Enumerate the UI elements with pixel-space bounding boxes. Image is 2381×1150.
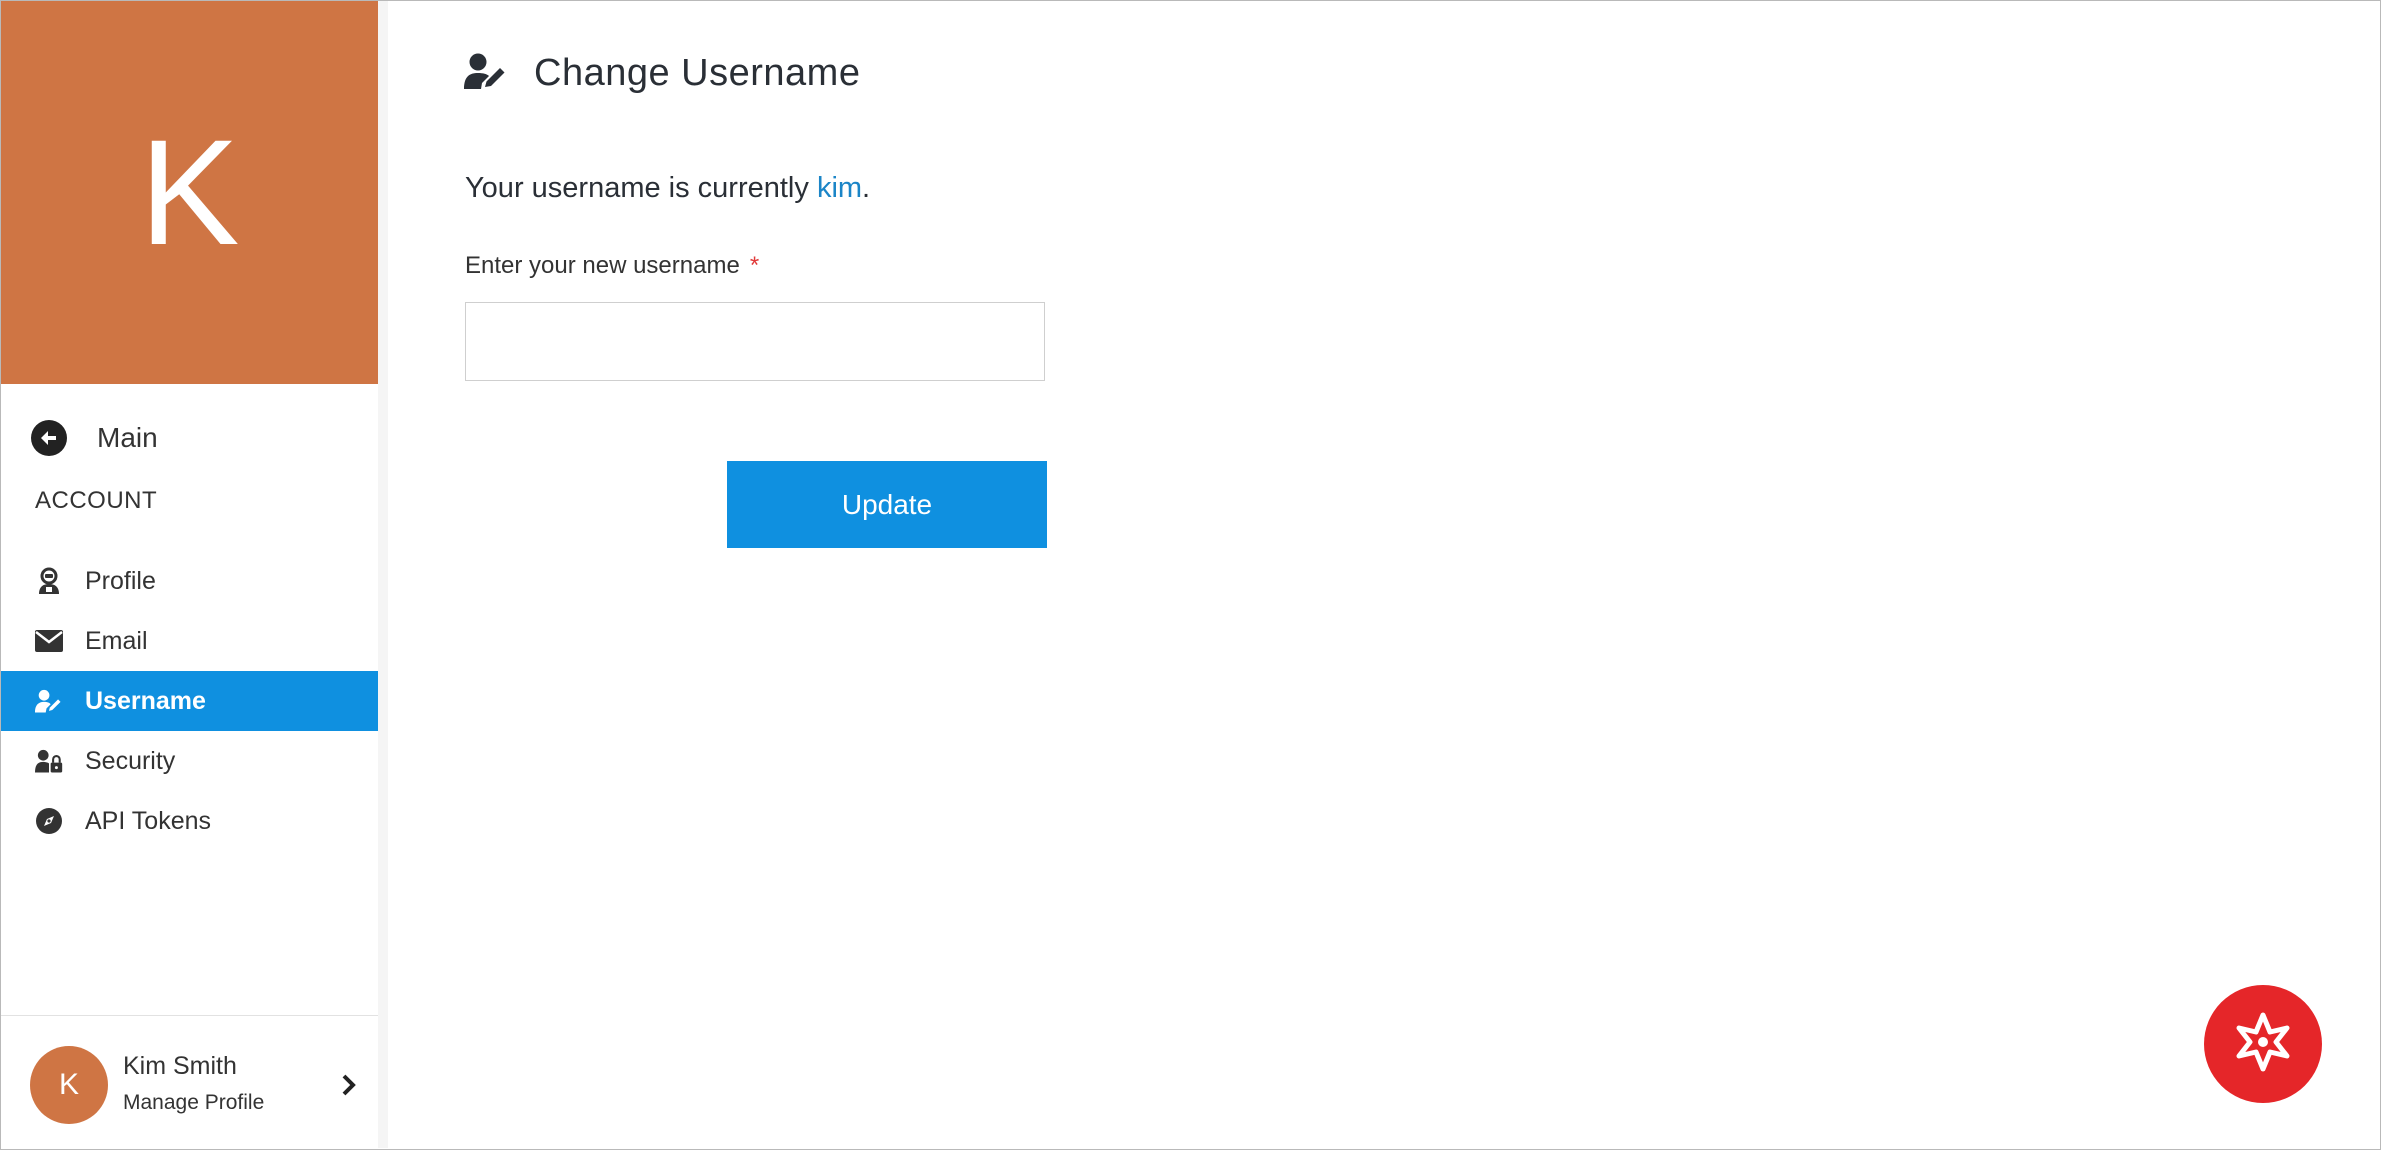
user-name: Kim Smith [123, 1052, 237, 1080]
current-username-text: Your username is currently kim. [465, 172, 870, 205]
sidebar: K Main ACCOUNT Profile Email Username Se… [1, 1, 388, 1148]
sidebar-item-label: Profile [85, 566, 156, 595]
main-back-link[interactable]: Main [31, 413, 158, 463]
page-title: Change Username [534, 52, 861, 94]
new-username-label: Enter your new username * [465, 252, 759, 280]
main-label: Main [97, 422, 158, 453]
profile-avatar-large: K [1, 1, 378, 384]
sidebar-item-email[interactable]: Email [1, 611, 378, 671]
update-button[interactable]: Update [727, 461, 1047, 548]
sidebar-item-security[interactable]: Security [1, 731, 378, 791]
sidebar-item-label: Security [85, 746, 176, 775]
sidebar-item-label: Email [85, 626, 148, 655]
avatar: K [30, 1046, 108, 1124]
user-edit-icon [35, 687, 63, 715]
user-lock-icon [35, 747, 63, 775]
manage-profile-label: Manage Profile [123, 1091, 265, 1114]
arrow-left-circle-icon [31, 420, 67, 456]
section-title-account: ACCOUNT [35, 487, 158, 514]
current-username-value: kim [816, 172, 863, 204]
account-nav: Profile Email Username Security API Toke… [1, 551, 378, 851]
profile-footer[interactable]: K Kim Smith Manage Profile [1, 1015, 378, 1149]
current-suffix: . [862, 172, 871, 204]
sidebar-item-label: API Tokens [85, 806, 212, 835]
page-header: Change Username [464, 52, 860, 95]
sidebar-item-username[interactable]: Username [1, 671, 378, 731]
user-robot-icon [35, 567, 63, 595]
starburst-logo-icon [2228, 1007, 2298, 1082]
current-prefix: Your username is currently [465, 172, 817, 204]
field-label-text: Enter your new username [465, 252, 740, 279]
user-edit-icon [464, 53, 508, 94]
sidebar-item-api-tokens[interactable]: API Tokens [1, 791, 378, 851]
help-fab-button[interactable] [2204, 985, 2322, 1103]
required-marker: * [749, 252, 760, 279]
new-username-input[interactable] [465, 302, 1045, 381]
envelope-icon [35, 627, 63, 655]
compass-icon [35, 807, 63, 835]
sidebar-item-profile[interactable]: Profile [1, 551, 378, 611]
chevron-right-icon[interactable] [341, 1073, 357, 1102]
sidebar-item-label: Username [85, 686, 206, 715]
